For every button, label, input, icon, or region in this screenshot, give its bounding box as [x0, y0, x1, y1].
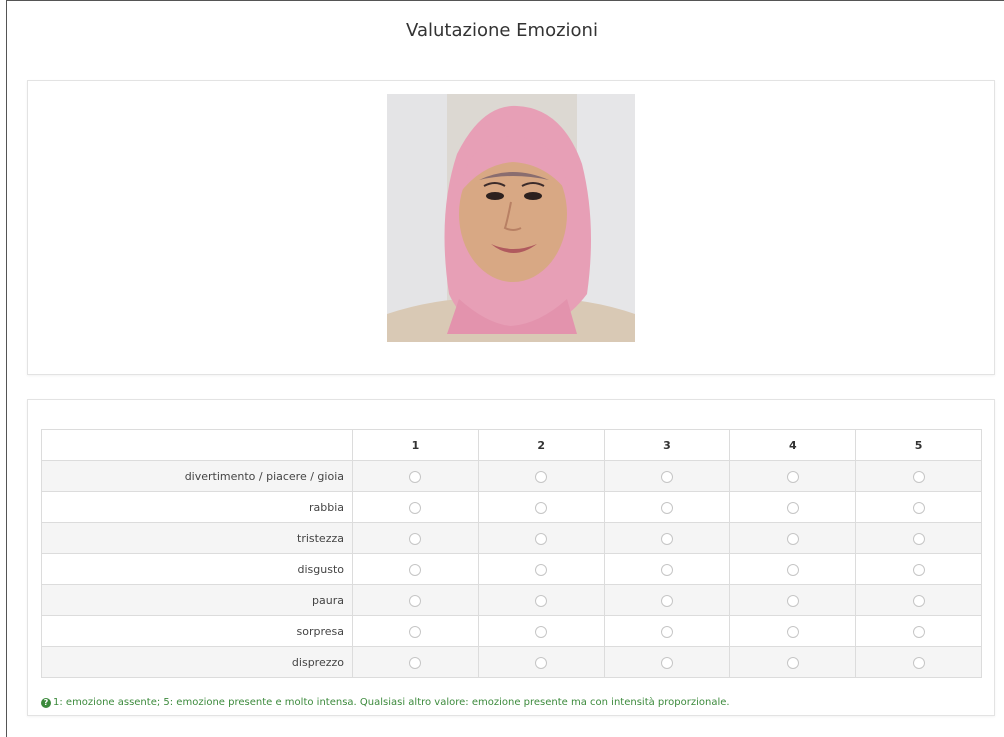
radio-disgusto-5[interactable]: [912, 563, 925, 576]
radio-disgusto-1[interactable]: [409, 563, 422, 576]
table-row: paura: [41, 584, 982, 616]
radio-paura-3[interactable]: [660, 594, 673, 607]
radio-disprezzo-1[interactable]: [409, 656, 422, 669]
radio-disgusto-4[interactable]: [786, 563, 799, 576]
radio-divertimento-1[interactable]: [409, 470, 422, 483]
radio-disprezzo-3[interactable]: [660, 656, 673, 669]
radio-disprezzo-2[interactable]: [535, 656, 548, 669]
row-label-disgusto: disgusto: [41, 553, 353, 585]
radio-paura-5[interactable]: [912, 594, 925, 607]
rating-panel: 1 2 3 4 5 divertimento / piacere / gioia…: [27, 399, 995, 716]
radio-divertimento-4[interactable]: [786, 470, 799, 483]
question-circle-icon: ?: [41, 698, 51, 708]
radio-sorpresa-3[interactable]: [660, 625, 673, 638]
radio-rabbia-4[interactable]: [786, 501, 799, 514]
table-row: divertimento / piacere / gioia: [41, 460, 982, 492]
table-row: disprezzo: [41, 646, 982, 678]
radio-tristezza-4[interactable]: [786, 532, 799, 545]
page-title: Valutazione Emozioni: [406, 20, 598, 41]
radio-disprezzo-5[interactable]: [912, 656, 925, 669]
radio-rabbia-2[interactable]: [535, 501, 548, 514]
radio-tristezza-1[interactable]: [409, 532, 422, 545]
radio-divertimento-3[interactable]: [660, 470, 673, 483]
header-col-3: 3: [603, 429, 731, 461]
radio-disgusto-3[interactable]: [660, 563, 673, 576]
radio-rabbia-5[interactable]: [912, 501, 925, 514]
row-label-divertimento: divertimento / piacere / gioia: [41, 460, 353, 492]
table-header-row: 1 2 3 4 5: [41, 429, 982, 461]
row-label-rabbia: rabbia: [41, 491, 353, 523]
row-label-sorpresa: sorpresa: [41, 615, 353, 647]
row-label-paura: paura: [41, 584, 353, 616]
table-row: disgusto: [41, 553, 982, 585]
header-empty-cell: [41, 429, 353, 461]
header-col-4: 4: [729, 429, 857, 461]
radio-sorpresa-2[interactable]: [535, 625, 548, 638]
radio-divertimento-2[interactable]: [535, 470, 548, 483]
table-row: rabbia: [41, 491, 982, 523]
radio-tristezza-5[interactable]: [912, 532, 925, 545]
row-label-disprezzo: disprezzo: [41, 646, 353, 678]
radio-rabbia-3[interactable]: [660, 501, 673, 514]
header-col-1: 1: [352, 429, 479, 461]
radio-tristezza-2[interactable]: [535, 532, 548, 545]
radio-tristezza-3[interactable]: [660, 532, 673, 545]
help-text: ? 1: emozione assente; 5: emozione presen…: [41, 697, 730, 708]
header-col-5: 5: [855, 429, 982, 461]
radio-rabbia-1[interactable]: [409, 501, 422, 514]
image-panel: [27, 80, 995, 375]
help-text-content: 1: emozione assente; 5: emozione present…: [53, 697, 730, 708]
radio-paura-2[interactable]: [535, 594, 548, 607]
radio-sorpresa-5[interactable]: [912, 625, 925, 638]
radio-disprezzo-4[interactable]: [786, 656, 799, 669]
radio-paura-1[interactable]: [409, 594, 422, 607]
face-photo: [387, 94, 635, 342]
radio-divertimento-5[interactable]: [912, 470, 925, 483]
row-label-tristezza: tristezza: [41, 522, 353, 554]
face-illustration: [387, 94, 635, 342]
table-row: sorpresa: [41, 615, 982, 647]
emotion-rating-table: 1 2 3 4 5 divertimento / piacere / gioia…: [41, 429, 982, 678]
header-col-2: 2: [477, 429, 605, 461]
radio-sorpresa-4[interactable]: [786, 625, 799, 638]
radio-paura-4[interactable]: [786, 594, 799, 607]
table-row: tristezza: [41, 522, 982, 554]
radio-disgusto-2[interactable]: [535, 563, 548, 576]
radio-sorpresa-1[interactable]: [409, 625, 422, 638]
